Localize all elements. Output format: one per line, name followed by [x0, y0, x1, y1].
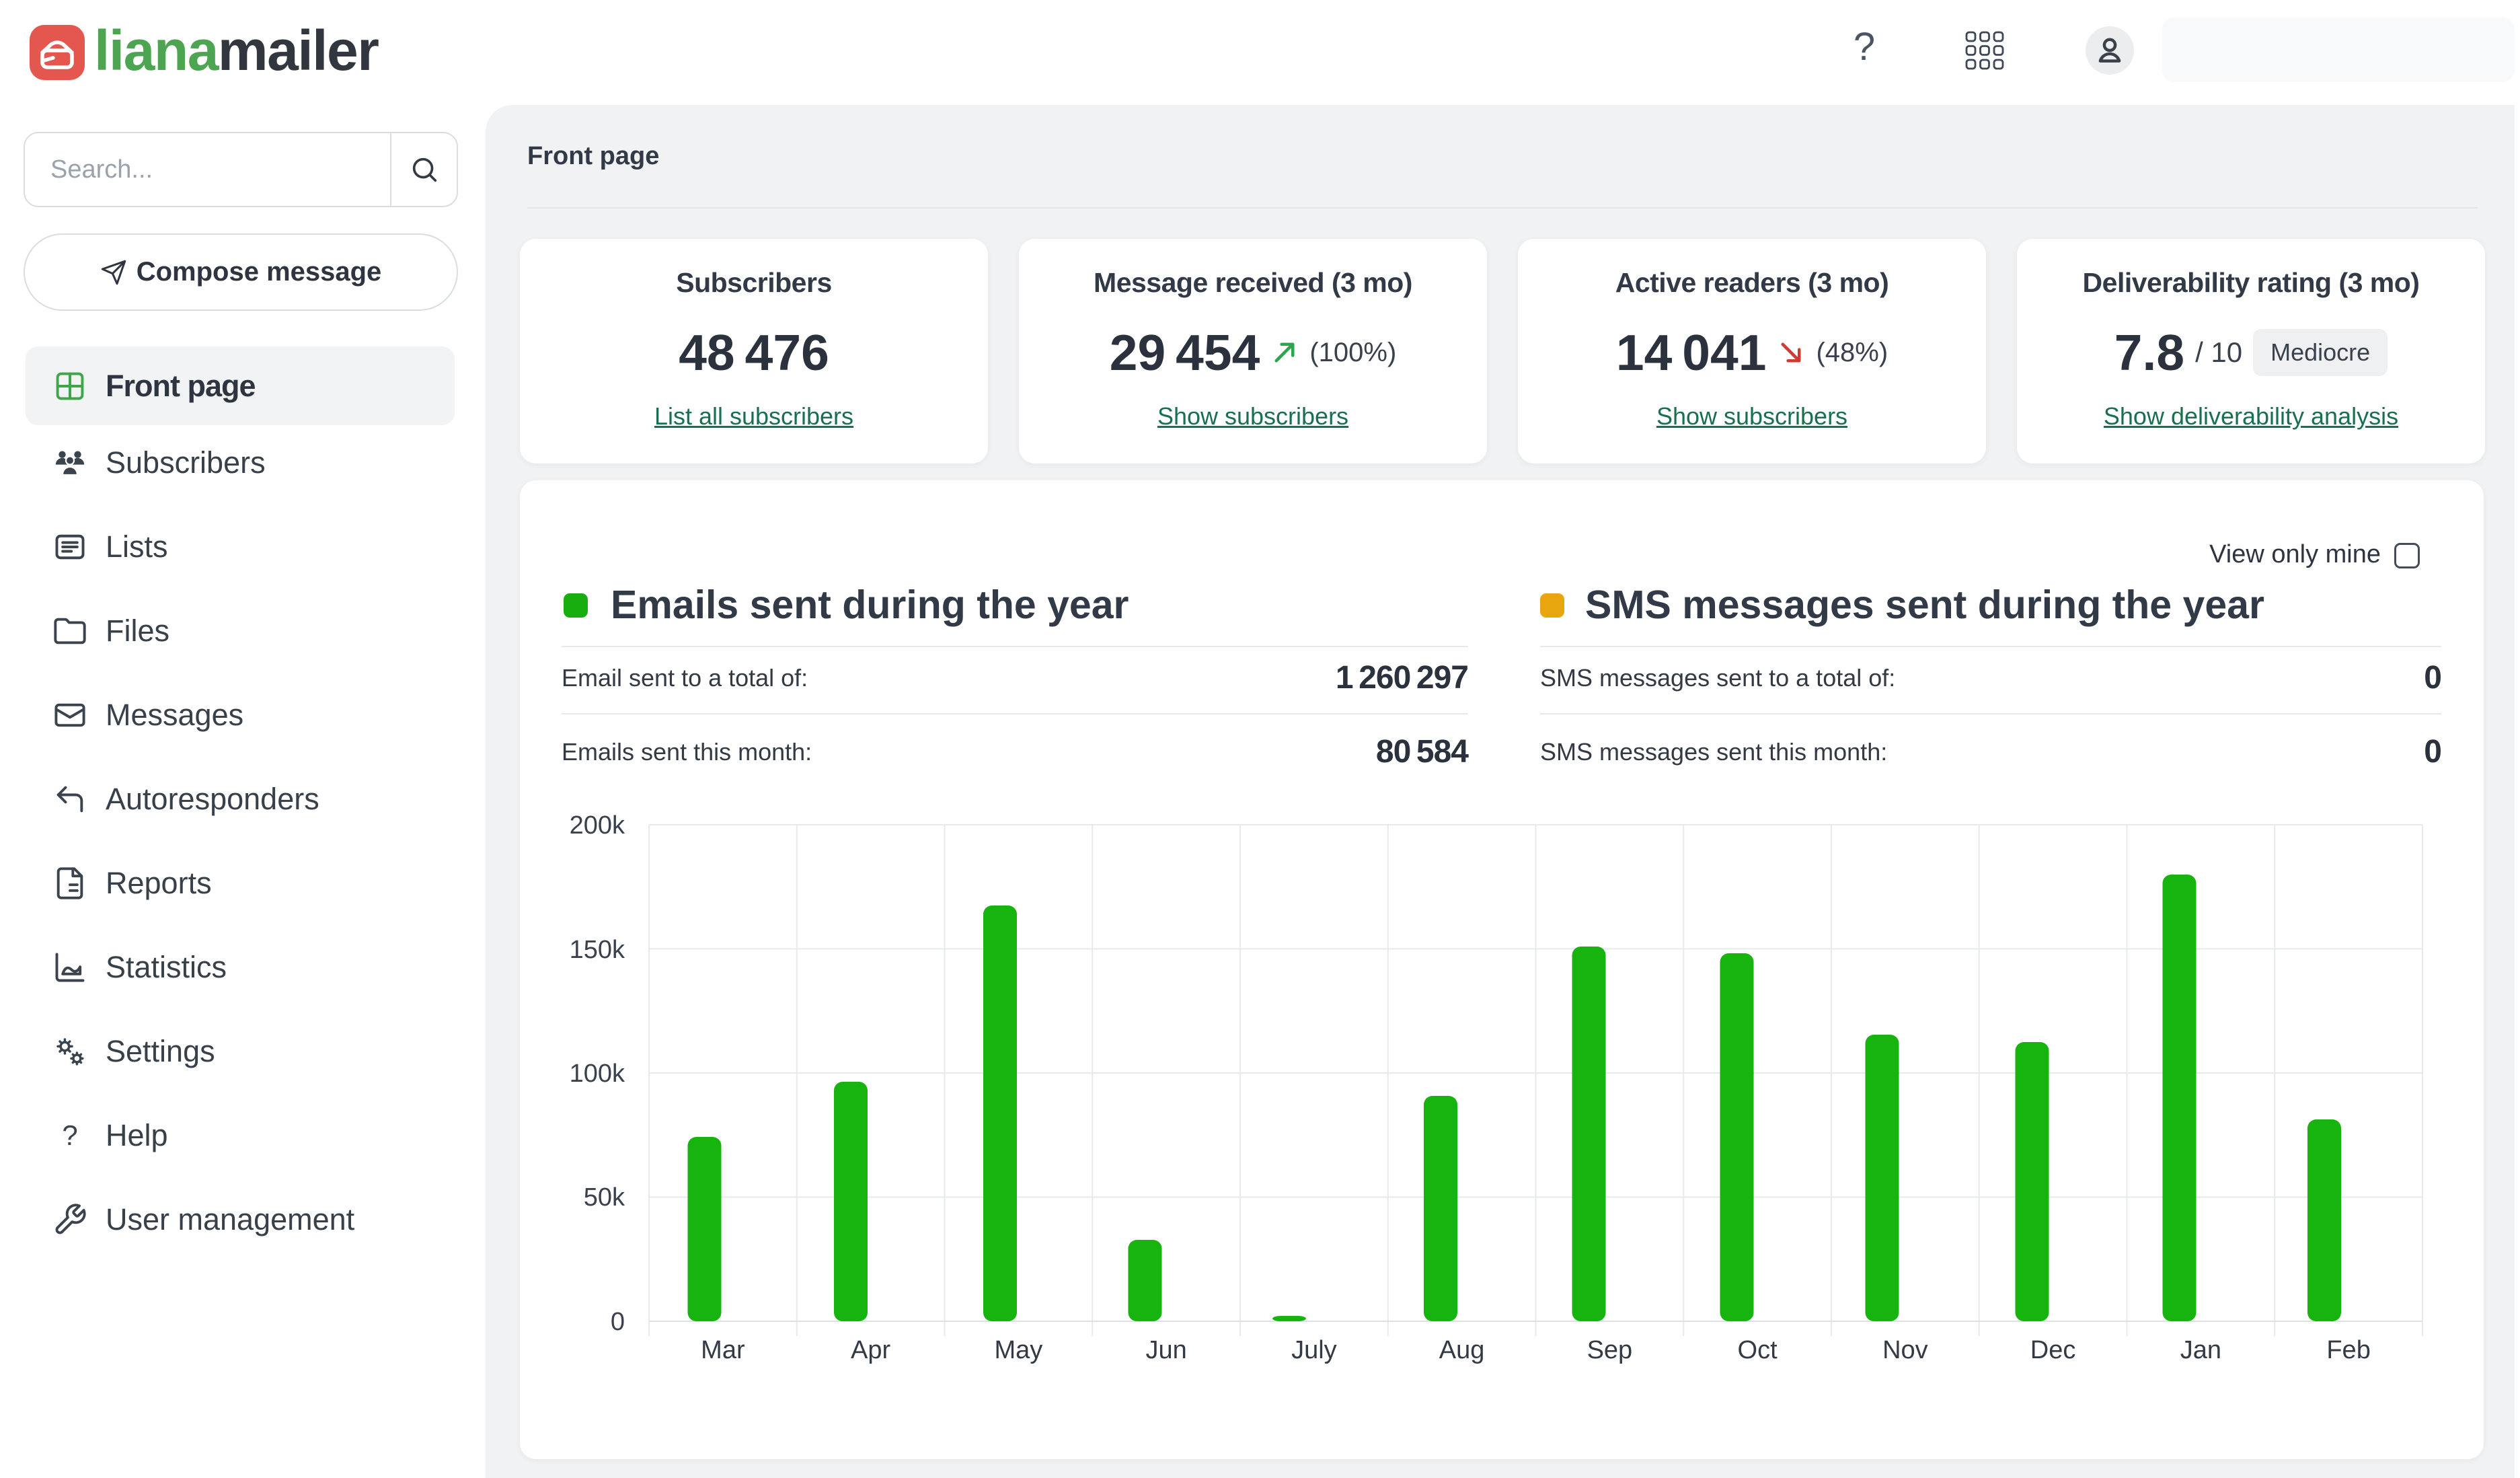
svg-text:200k: 200k: [570, 811, 625, 840]
svg-text:Jun: Jun: [1145, 1336, 1186, 1364]
svg-text:Apr: Apr: [851, 1336, 890, 1364]
svg-text:Jan: Jan: [2180, 1336, 2221, 1364]
svg-text:50k: 50k: [584, 1183, 625, 1212]
svg-text:Feb: Feb: [2326, 1336, 2370, 1364]
svg-text:Aug: Aug: [1439, 1336, 1485, 1364]
svg-text:July: July: [1291, 1336, 1337, 1364]
svg-text:Oct: Oct: [1738, 1336, 1778, 1364]
svg-text:Sep: Sep: [1587, 1336, 1633, 1364]
svg-text:Nov: Nov: [1882, 1336, 1928, 1364]
svg-text:May: May: [995, 1336, 1043, 1364]
svg-text:150k: 150k: [570, 936, 625, 964]
svg-text:Dec: Dec: [2030, 1336, 2076, 1364]
svg-text:0: 0: [611, 1308, 625, 1336]
svg-text:Mar: Mar: [701, 1336, 745, 1364]
svg-text:100k: 100k: [570, 1060, 625, 1088]
